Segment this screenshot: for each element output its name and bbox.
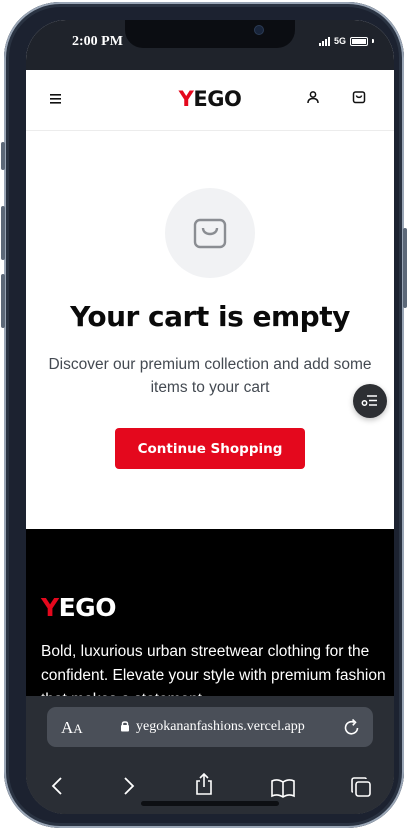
continue-shopping-button[interactable]: Continue Shopping bbox=[115, 428, 305, 469]
address-bar[interactable]: AA yegokananfashions.vercel.app bbox=[47, 707, 373, 747]
signal-icon bbox=[318, 36, 330, 46]
silent-switch bbox=[1, 142, 5, 170]
status-indicators: 5G bbox=[318, 36, 374, 46]
status-time: 2:00 PM bbox=[72, 34, 123, 49]
logo-letter-y: Y bbox=[178, 87, 194, 111]
aa-small: A bbox=[73, 721, 83, 736]
footer-logo-letters: EGO bbox=[58, 593, 117, 622]
shopping-bag-icon[interactable] bbox=[352, 90, 372, 110]
site-logo[interactable]: YEGO bbox=[26, 87, 394, 111]
footer-logo[interactable]: YEGO bbox=[41, 593, 116, 622]
empty-cart-title: Your cart is empty bbox=[70, 300, 350, 333]
empty-cart-illustration bbox=[165, 188, 255, 278]
home-indicator[interactable] bbox=[141, 801, 279, 806]
footer-logo-letter-y: Y bbox=[41, 593, 59, 622]
battery-icon bbox=[350, 36, 368, 46]
network-type: 5G bbox=[333, 36, 346, 46]
reload-icon[interactable] bbox=[343, 717, 361, 737]
share-icon[interactable] bbox=[194, 772, 214, 796]
lock-icon bbox=[121, 721, 129, 732]
user-icon[interactable] bbox=[306, 90, 326, 110]
volume-up-button bbox=[1, 206, 5, 260]
reader-settings-button[interactable]: AA bbox=[61, 718, 83, 738]
site-header: YEGO bbox=[26, 70, 394, 131]
shopping-bag-icon bbox=[193, 218, 227, 249]
volume-down-button bbox=[1, 274, 5, 328]
back-arrow-icon[interactable] bbox=[51, 776, 63, 796]
dynamic-island bbox=[125, 20, 295, 48]
bookmarks-icon[interactable] bbox=[270, 778, 296, 798]
url-text: yegokananfashions.vercel.app bbox=[136, 719, 305, 734]
aa-big: A bbox=[61, 718, 74, 737]
status-bar: 2:00 PM 5G bbox=[26, 20, 394, 70]
empty-cart-description: Discover our premium collection and add … bbox=[48, 356, 372, 396]
front-camera bbox=[255, 26, 263, 34]
power-button bbox=[403, 228, 407, 308]
filter-list-fab[interactable] bbox=[353, 384, 387, 418]
tabs-icon[interactable] bbox=[350, 776, 372, 798]
battery-tip bbox=[372, 39, 374, 43]
safari-bottom-bar: AA yegokananfashions.vercel.app bbox=[26, 696, 394, 814]
phone-frame: 2:00 PM 5G YEGO Your cart is empty Disco… bbox=[1, 2, 407, 828]
forward-arrow-icon[interactable] bbox=[123, 776, 135, 796]
filter-list-icon bbox=[361, 395, 377, 406]
logo-letters: EGO bbox=[193, 87, 242, 111]
screen: 2:00 PM 5G YEGO Your cart is empty Disco… bbox=[26, 20, 394, 814]
